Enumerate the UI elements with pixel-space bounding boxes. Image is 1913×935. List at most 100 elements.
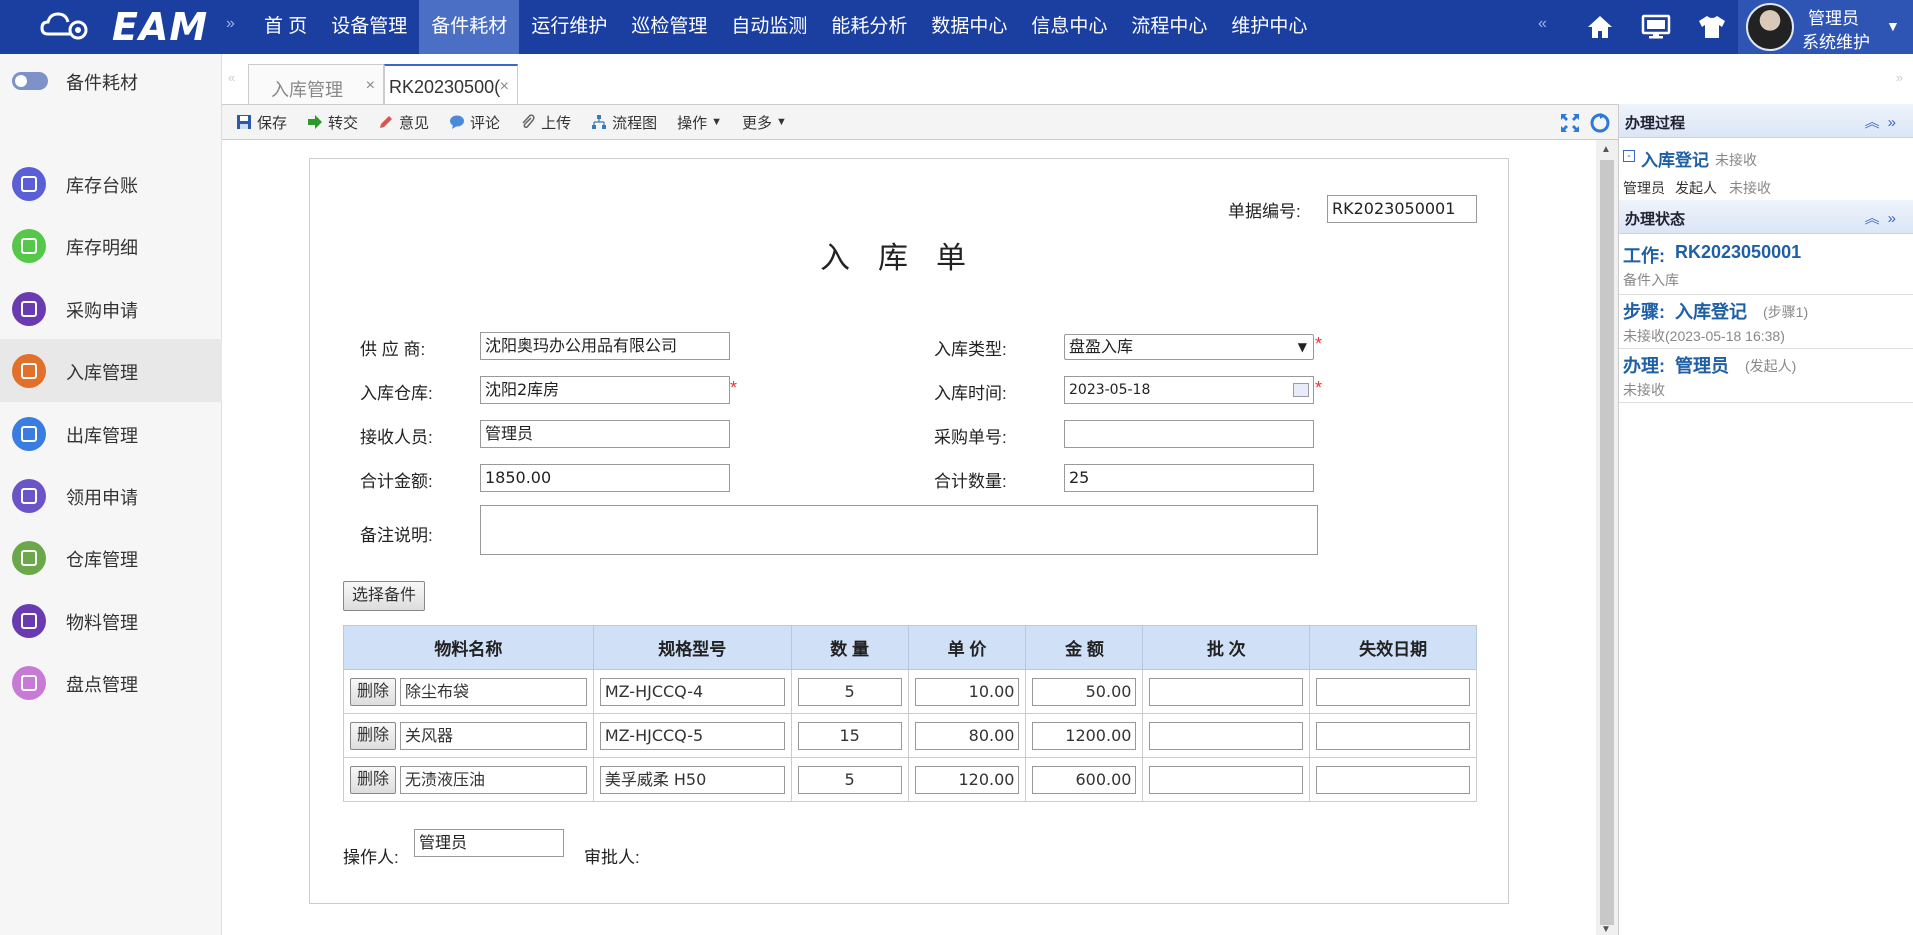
sidebar-item[interactable]: 盘点管理 bbox=[0, 651, 222, 713]
sidebar-item[interactable]: 库存明细 bbox=[0, 214, 222, 276]
sidebar-item[interactable]: 领用申请 bbox=[0, 464, 222, 526]
collapse-icon[interactable]: ︽» bbox=[1865, 207, 1904, 228]
supplier-field[interactable]: 沈阳奥玛办公用品有限公司 bbox=[480, 332, 730, 360]
save-button[interactable]: 保存 bbox=[236, 112, 287, 133]
warehouse-field[interactable]: 沈阳2库房 bbox=[480, 376, 730, 404]
date-field[interactable]: 2023-05-18 bbox=[1064, 376, 1314, 404]
batch-field[interactable] bbox=[1149, 677, 1304, 706]
operator-field[interactable]: 管理员 bbox=[414, 829, 564, 857]
nav-scroll-left-icon[interactable]: » bbox=[226, 15, 235, 33]
sidebar-item[interactable]: 仓库管理 bbox=[0, 526, 222, 588]
sidebar-item[interactable]: 出库管理 bbox=[0, 402, 222, 464]
close-icon[interactable]: × bbox=[366, 77, 375, 95]
delete-row-button[interactable]: 删除 bbox=[350, 721, 397, 750]
spec-field[interactable]: MZ-HJCCQ-4 bbox=[599, 677, 785, 706]
status-panel-header[interactable]: 办理状态 ︽» bbox=[1619, 200, 1913, 234]
type-select[interactable]: 盘盈入库 ▼ bbox=[1064, 334, 1314, 360]
scroll-down-icon[interactable]: ▼ bbox=[1601, 924, 1611, 935]
tab-rk-document[interactable]: RK20230500( × bbox=[384, 64, 518, 104]
price-field[interactable]: 10.00 bbox=[914, 677, 1020, 706]
remark-textarea[interactable] bbox=[480, 505, 1318, 555]
opinion-button[interactable]: 意见 bbox=[378, 112, 429, 133]
material-name-field[interactable]: 无渍液压油 bbox=[400, 765, 587, 794]
tab-scroll-right-icon[interactable]: » bbox=[1896, 70, 1903, 85]
nav-item[interactable]: 首 页 bbox=[252, 0, 319, 54]
content-scrollbar[interactable]: ▲ ▼ bbox=[1596, 140, 1618, 935]
operation-menu[interactable]: 操作 ▼ bbox=[677, 112, 722, 133]
process-panel-header[interactable]: 办理过程 ︽» bbox=[1619, 104, 1913, 138]
scrollbar-thumb[interactable] bbox=[1600, 160, 1614, 925]
sidebar-item-label: 物料管理 bbox=[66, 612, 138, 633]
nav-scroll-right-icon[interactable]: « bbox=[1538, 15, 1547, 33]
chevron-down-icon[interactable]: ▼ bbox=[1886, 18, 1900, 34]
flowchart-button[interactable]: 流程图 bbox=[591, 112, 657, 133]
logo-mark-icon bbox=[40, 8, 112, 46]
price-field[interactable]: 120.00 bbox=[914, 765, 1020, 794]
expiry-field[interactable] bbox=[1316, 721, 1470, 750]
user-menu[interactable]: 管理员 系统维护 ▼ bbox=[1738, 0, 1913, 54]
batch-field[interactable] bbox=[1149, 765, 1304, 794]
collapse-icon[interactable]: ︽» bbox=[1865, 111, 1904, 132]
material-name-field[interactable]: 关风器 bbox=[400, 721, 587, 750]
nav-item[interactable]: 巡检管理 bbox=[619, 0, 719, 54]
more-menu[interactable]: 更多 ▼ bbox=[742, 112, 787, 133]
table-cell: MZ-HJCCQ-4 bbox=[592, 669, 792, 714]
receiver-field[interactable]: 管理员 bbox=[480, 420, 730, 448]
refresh-icon[interactable] bbox=[1590, 113, 1610, 133]
delete-row-button[interactable]: 删除 bbox=[350, 765, 397, 794]
po-field[interactable] bbox=[1064, 420, 1314, 448]
qty-field[interactable]: 5 bbox=[797, 765, 902, 794]
sidebar-item[interactable]: 采购申请 bbox=[0, 277, 222, 339]
nav-item[interactable]: 流程中心 bbox=[1119, 0, 1219, 54]
delete-row-button[interactable]: 删除 bbox=[350, 677, 397, 706]
minus-box-icon[interactable]: - bbox=[1623, 150, 1635, 162]
skin-shirt-icon[interactable] bbox=[1684, 0, 1740, 54]
nav-item[interactable]: 能耗分析 bbox=[819, 0, 919, 54]
qty-field[interactable]: 15 bbox=[797, 721, 902, 750]
spec-field[interactable]: 美孚威柔 H50 bbox=[599, 765, 785, 794]
nav-item[interactable]: 信息中心 bbox=[1019, 0, 1119, 54]
status-title: 办理状态 bbox=[1625, 211, 1686, 228]
app-logo[interactable]: EAM bbox=[40, 5, 208, 49]
amount-field[interactable]: 1850.00 bbox=[480, 464, 730, 492]
calendar-icon[interactable] bbox=[1293, 383, 1309, 397]
sidebar-item[interactable]: 库存台账 bbox=[0, 152, 222, 214]
comment-icon bbox=[449, 114, 465, 130]
expiry-field[interactable] bbox=[1316, 765, 1470, 794]
qty-field[interactable]: 25 bbox=[1064, 464, 1314, 492]
nav-item[interactable]: 备件耗材 bbox=[419, 0, 520, 54]
nav-item[interactable]: 数据中心 bbox=[919, 0, 1019, 54]
material-name-field[interactable]: 除尘布袋 bbox=[400, 677, 587, 706]
upload-button[interactable]: 上传 bbox=[520, 112, 571, 133]
scroll-up-icon[interactable]: ▲ bbox=[1601, 144, 1611, 155]
amount-field[interactable]: 50.00 bbox=[1032, 677, 1137, 706]
select-parts-button[interactable]: 选择备件 bbox=[343, 581, 426, 611]
nav-item[interactable]: 设备管理 bbox=[319, 0, 419, 54]
spec-field[interactable]: MZ-HJCCQ-5 bbox=[599, 721, 785, 750]
doc-no-field[interactable]: RK2023050001 bbox=[1327, 195, 1477, 223]
amount-field[interactable]: 600.00 bbox=[1032, 765, 1137, 794]
expiry-field[interactable] bbox=[1316, 677, 1470, 706]
tab-stock-in-management[interactable]: 入库管理 × bbox=[248, 64, 384, 104]
nav-item[interactable]: 运行维护 bbox=[519, 0, 619, 54]
fullscreen-icon[interactable] bbox=[1560, 113, 1580, 133]
sidebar-toggle[interactable] bbox=[12, 72, 48, 90]
sidebar-item[interactable]: 入库管理 bbox=[0, 339, 222, 402]
amount-field[interactable]: 1200.00 bbox=[1032, 721, 1137, 750]
icon-glyph bbox=[21, 550, 37, 567]
tab-scroll-left-icon[interactable]: « bbox=[228, 70, 235, 85]
batch-field[interactable] bbox=[1149, 721, 1304, 750]
qty-field[interactable]: 5 bbox=[797, 677, 902, 706]
table-cell: 120.00 bbox=[907, 757, 1027, 802]
process-step[interactable]: 入库登记 bbox=[1641, 146, 1709, 171]
nav-item[interactable]: 维护中心 bbox=[1219, 0, 1319, 54]
tab-label: RK20230500( bbox=[389, 77, 501, 97]
price-field[interactable]: 80.00 bbox=[914, 721, 1020, 750]
home-icon[interactable] bbox=[1572, 0, 1628, 54]
close-icon[interactable]: × bbox=[500, 78, 509, 96]
forward-button[interactable]: 转交 bbox=[307, 112, 358, 133]
desktop-icon[interactable] bbox=[1628, 0, 1684, 54]
comment-button[interactable]: 评论 bbox=[449, 112, 500, 133]
nav-item[interactable]: 自动监测 bbox=[719, 0, 819, 54]
sidebar-item[interactable]: 物料管理 bbox=[0, 589, 222, 651]
